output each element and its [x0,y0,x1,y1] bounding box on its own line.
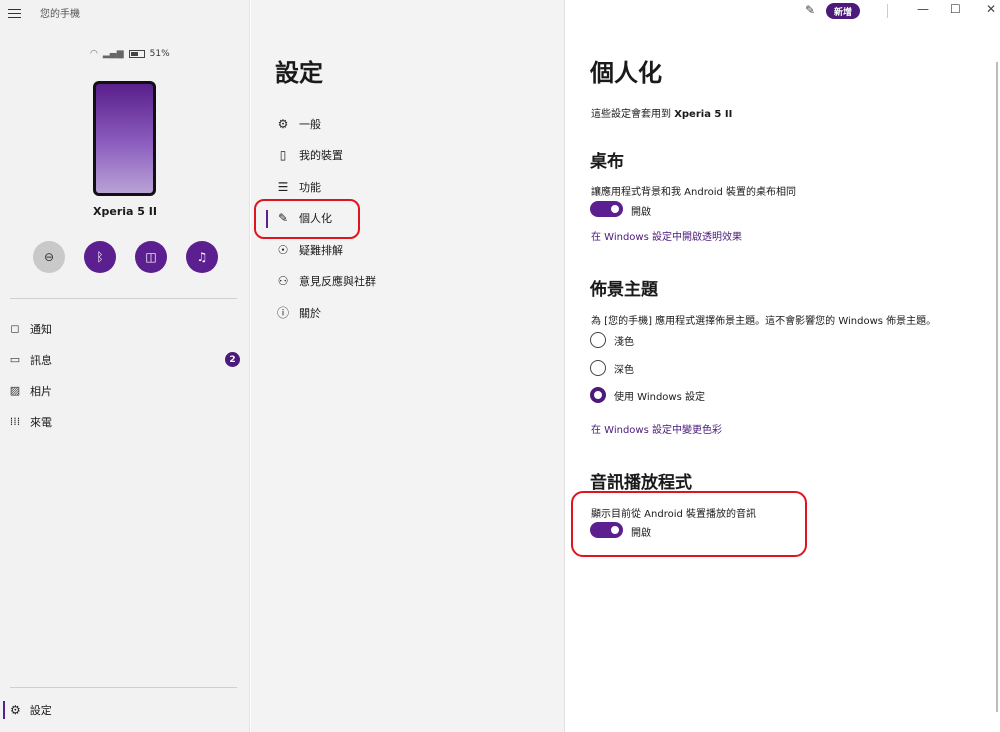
troubleshoot-icon: ☉ [277,242,289,257]
radio-button[interactable] [590,332,606,348]
battery-level: 51% [149,49,170,59]
highlight-annotation-personalization [254,199,360,239]
divider [10,687,237,688]
applies-device: Xperia 5 II [674,109,733,120]
nav-label: 來電 [30,415,52,429]
gear-icon: ⚙ [10,703,21,717]
battery-icon [128,50,145,58]
unread-badge: 2 [225,352,240,367]
selection-indicator [3,701,5,719]
settings-item-label: 一般 [299,117,321,131]
title-bar: ✎ 新增 — ☐ ✕ [780,0,1000,24]
nav-label: 通知 [30,322,52,336]
wifi-icon: ◠ [90,49,98,59]
photo-icon: ▨ [9,384,21,397]
settings-item-my-devices[interactable]: ▯ 我的裝置 [264,140,554,172]
settings-item-label: 疑難排解 [299,243,343,257]
bluetooth-icon: ᛒ [96,250,104,264]
hamburger-menu-icon[interactable] [8,9,21,19]
wallpaper-toggle-label: 開啟 [631,207,651,218]
minus-circle-icon: ⊖ [43,250,55,264]
gear-icon: ⚙ [277,116,289,131]
nav-item-messages[interactable]: ▭ 訊息 2 [0,344,250,375]
left-nav: ◻ 通知 ▭ 訊息 2 ▨ 相片 ⁞⁞⁞ 來電 [0,313,250,437]
minimize-icon[interactable]: — [917,2,929,16]
maximize-icon[interactable]: ☐ [950,2,961,16]
community-icon: ⚇ [277,274,289,289]
nav-item-settings[interactable]: ⚙ 設定 [0,698,250,722]
highlight-annotation-audio [571,491,807,557]
wallpaper-heading: 桌布 [590,152,624,172]
audio-player-heading: 音訊播放程式 [590,473,692,493]
settings-item-label: 我的裝置 [299,149,343,163]
color-settings-link[interactable]: 在 Windows 設定中變更色彩 [591,421,722,436]
theme-option-windows[interactable]: 使用 Windows 設定 [590,387,705,403]
sound-button[interactable]: ◫ [135,241,167,273]
phone-preview[interactable] [93,81,156,196]
dialpad-icon: ⁞⁞⁞ [9,415,21,428]
nav-item-photos[interactable]: ▨ 相片 [0,375,250,406]
divider [10,298,237,299]
settings-item-about[interactable]: ⓘ 關於 [264,297,554,329]
theme-option-dark[interactable]: 深色 [590,360,634,376]
settings-title: 設定 [275,59,323,87]
info-icon: ⓘ [276,306,289,321]
nav-label: 訊息 [30,353,52,367]
close-icon[interactable]: ✕ [986,2,996,16]
message-icon: ▭ [9,353,21,366]
radio-button-selected[interactable] [590,387,606,403]
list-icon: ☰ [277,179,289,194]
left-sidebar: 您的手機 ◠ ▂▄▆ 51% Xperia 5 II ⊖ ᛒ ◫ ♫ ◻ 通知 … [0,0,250,732]
settings-item-feedback[interactable]: ⚇ 意見反應與社群 [264,266,554,298]
personalization-content: ✎ 新增 — ☐ ✕ 個人化 這些設定會套用到 Xperia 5 II 桌布 讓… [566,0,1000,732]
signal-icon: ▂▄▆ [102,49,124,59]
applies-to-text: 這些設定會套用到 Xperia 5 II [591,105,732,120]
radio-label: 淺色 [614,336,634,348]
settings-item-label: 關於 [299,306,321,320]
theme-description: 為 [您的手機] 應用程式選擇佈景主題。這不會影響您的 Windows 佈景主題… [591,316,937,327]
phone-icon: ▯ [279,148,287,163]
applies-prefix: 這些設定會套用到 [591,109,671,120]
transparency-settings-link[interactable]: 在 Windows 設定中開啟透明效果 [591,228,742,243]
toggle-knob [611,205,619,213]
nav-item-calls[interactable]: ⁞⁞⁞ 來電 [0,406,250,437]
device-name: Xperia 5 II [93,205,157,218]
phone-status: ◠ ▂▄▆ 51% [90,49,170,59]
do-not-disturb-button[interactable]: ⊖ [33,241,65,273]
page-title: 個人化 [590,59,662,87]
bell-icon: ◻ [10,322,20,335]
settings-item-label: 意見反應與社群 [299,275,376,289]
theme-option-light[interactable]: 淺色 [590,332,634,348]
scrollbar[interactable] [996,62,998,712]
nav-label: 相片 [30,384,52,398]
wallpaper-toggle[interactable] [590,201,623,217]
music-button[interactable]: ♫ [186,241,218,273]
quick-actions: ⊖ ᛒ ◫ ♫ [33,241,218,273]
divider [887,4,888,18]
settings-item-general[interactable]: ⚙ 一般 [264,108,554,140]
settings-nav-panel: 設定 ⚙ 一般 ▯ 我的裝置 ☰ 功能 ✎ 個人化 ☉ 疑難排解 ⚇ 意見反應與… [251,0,565,732]
pen-icon[interactable]: ✎ [805,3,815,17]
new-badge-button[interactable]: 新增 [826,3,860,19]
settings-item-label: 功能 [299,180,321,194]
music-icon: ♫ [196,250,208,264]
radio-button[interactable] [590,360,606,376]
settings-item-features[interactable]: ☰ 功能 [264,171,554,203]
wallpaper-description: 讓應用程式背景和我 Android 裝置的桌布相同 [591,187,797,198]
theme-heading: 佈景主題 [590,280,658,300]
radio-label: 使用 Windows 設定 [614,391,705,403]
nav-item-notifications[interactable]: ◻ 通知 [0,313,250,344]
app-title: 您的手機 [40,9,80,20]
bluetooth-button[interactable]: ᛒ [84,241,116,273]
nav-label: 設定 [29,704,52,717]
radio-label: 深色 [614,364,634,376]
vibrate-icon: ◫ [145,250,157,264]
